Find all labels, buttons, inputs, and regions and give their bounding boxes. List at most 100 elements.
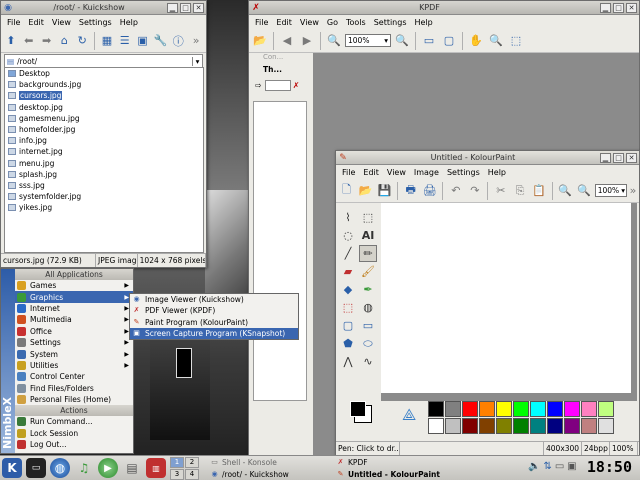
curve-icon[interactable]: ∿ (359, 353, 377, 370)
k-menu-item[interactable]: Graphics ▶ (15, 291, 133, 303)
file-list-item[interactable]: homefolder.jpg (5, 124, 203, 135)
task-konsole[interactable]: ▭ Shell - Konsole (210, 457, 277, 468)
more-icon[interactable]: » (188, 32, 204, 50)
up-icon[interactable]: ⬆ (3, 32, 19, 50)
menu-edit[interactable]: Edit (24, 18, 48, 27)
file-list-item[interactable]: cursors.jpg (5, 90, 203, 101)
palette-color-swatch[interactable] (581, 418, 597, 434)
menu-file[interactable]: File (3, 18, 24, 27)
polygon-icon[interactable]: ⬟ (339, 335, 357, 352)
task-kuickshow[interactable]: ◉ /root/ - Kuickshow (210, 469, 288, 480)
k-menu-item[interactable]: Find Files/Folders (15, 383, 133, 394)
pen-tool-icon[interactable]: ✏ (359, 245, 377, 262)
palette-color-swatch[interactable] (513, 401, 529, 417)
menu-settings[interactable]: Settings (370, 18, 411, 27)
contents-tab[interactable]: Con... (251, 53, 311, 65)
pager-desktop-1[interactable]: 1 (170, 456, 184, 468)
display-icon[interactable]: ▭ (555, 461, 564, 472)
image-icon[interactable]: ▣ (135, 32, 151, 50)
palette-color-swatch[interactable] (445, 401, 461, 417)
palette-color-swatch[interactable] (479, 418, 495, 434)
info-icon[interactable]: ⓘ (170, 32, 186, 50)
palette-color-swatch[interactable] (547, 401, 563, 417)
task-kpdf[interactable]: ✗ KPDF (336, 457, 368, 468)
kpdf-titlebar[interactable]: ✗ KPDF ▁ □ ✕ (249, 1, 639, 15)
palette-color-swatch[interactable] (530, 401, 546, 417)
maximize-button[interactable]: □ (613, 152, 624, 163)
open-folder-icon[interactable]: 📂 (251, 32, 269, 50)
menu-help[interactable]: Help (484, 168, 510, 177)
color-picker-icon[interactable]: ✒ (359, 281, 377, 298)
palette-color-swatch[interactable] (564, 418, 580, 434)
file-list-item[interactable]: desktop.jpg (5, 102, 203, 113)
file-list-item[interactable]: menu.jpg (5, 158, 203, 169)
menu-view[interactable]: View (48, 18, 75, 27)
pager-desktop-4[interactable]: 4 (185, 468, 199, 480)
back-icon[interactable]: ◀ (278, 32, 296, 50)
free-select-icon[interactable]: ⌇ (339, 209, 357, 226)
menu-settings[interactable]: Settings (75, 18, 116, 27)
menu-help[interactable]: Help (116, 18, 142, 27)
palette-color-swatch[interactable] (428, 401, 444, 417)
k-menu-item[interactable]: Settings ▶ (15, 337, 133, 348)
kuickshow-app-icon[interactable]: ◉ (3, 3, 13, 13)
menu-edit[interactable]: Edit (272, 18, 296, 27)
save-icon[interactable]: 💾 (376, 182, 393, 200)
file-list-item[interactable]: yikes.jpg (5, 202, 203, 213)
file-list-item[interactable]: systemfolder.jpg (5, 191, 203, 202)
rect-select-icon[interactable]: ⬚ (359, 209, 377, 226)
office-icon[interactable]: ▥ (146, 458, 166, 478)
eraser-icon[interactable]: ▰ (339, 263, 357, 280)
file-list-item[interactable]: Desktop (5, 68, 203, 79)
palette-color-swatch[interactable] (428, 418, 444, 434)
maximize-button[interactable]: □ (613, 2, 624, 13)
maximize-button[interactable]: □ (180, 2, 191, 13)
submenu-item-kpdf[interactable]: ✗ PDF Viewer (KPDF) (130, 305, 298, 316)
minimize-button[interactable]: ▁ (600, 2, 611, 13)
submenu-item-kolourpaint[interactable]: ✎ Paint Program (KolourPaint) (130, 317, 298, 328)
file-list-item[interactable]: splash.jpg (5, 169, 203, 180)
zoom-select[interactable]: 100% ▾ (345, 34, 391, 47)
submenu-item-kuickshow[interactable]: ◉ Image Viewer (Kuickshow) (130, 294, 298, 305)
browser-globe-icon[interactable]: ◍ (50, 458, 70, 478)
kolourpaint-titlebar[interactable]: ✎ Untitled - KolourPaint ▁ □ ✕ (336, 151, 639, 165)
k-menu-button-icon[interactable]: K (2, 458, 22, 478)
tool-option-icon[interactable]: ⟁ (402, 405, 416, 425)
k-menu-item[interactable]: Personal Files (Home) (15, 394, 133, 405)
music-player-icon[interactable]: ♫ (74, 458, 94, 478)
palette-color-swatch[interactable] (462, 418, 478, 434)
k-menu-action[interactable]: Log Out... (15, 439, 133, 450)
detail-view-icon[interactable]: ☰ (117, 32, 133, 50)
zoom-out-icon[interactable]: 🔍 (325, 32, 343, 50)
k-menu-item[interactable]: Multimedia ▶ (15, 314, 133, 325)
menu-image[interactable]: Image (410, 168, 443, 177)
thumb-filter-input[interactable] (264, 79, 291, 91)
palette-color-swatch[interactable] (530, 418, 546, 434)
menu-edit[interactable]: Edit (359, 168, 383, 177)
palette-color-swatch[interactable] (462, 401, 478, 417)
kuickshow-titlebar[interactable]: ◉ /root/ - Kuickshow ▁ □ ✕ (1, 1, 206, 15)
color-box[interactable] (348, 401, 380, 429)
klipper-icon[interactable]: ▣ (567, 461, 576, 472)
fill-icon[interactable]: ◆ (339, 281, 357, 298)
k-menu-item[interactable]: System ▶ (15, 348, 133, 359)
k-menu-item[interactable]: Office ▶ (15, 326, 133, 337)
submenu-item-ksnapshot[interactable]: ▣ Screen Capture Program (KSnapshot) (130, 327, 298, 340)
spraycan-icon[interactable]: ◍ (359, 299, 377, 316)
forward-icon[interactable]: ▶ (298, 32, 316, 50)
minimize-button[interactable]: ▁ (167, 2, 178, 13)
k-menu-item[interactable]: Internet ▶ (15, 303, 133, 314)
clock[interactable]: 18:50 (587, 458, 632, 476)
brush-icon[interactable]: 🖌 (359, 263, 377, 280)
select-tool-icon[interactable]: ⬚ (507, 32, 525, 50)
undo-icon[interactable]: ↶ (447, 182, 464, 200)
file-list-item[interactable]: info.jpg (5, 135, 203, 146)
palette-color-swatch[interactable] (479, 401, 495, 417)
menu-settings[interactable]: Settings (443, 168, 484, 177)
copy-icon[interactable]: ⎘ (511, 182, 528, 200)
close-button[interactable]: ✕ (193, 2, 204, 13)
cut-icon[interactable]: ✂ (492, 182, 509, 200)
palette-color-swatch[interactable] (598, 401, 614, 417)
kpdf-app-icon[interactable]: ✗ (251, 3, 261, 13)
file-list-item[interactable]: internet.jpg (5, 146, 203, 157)
